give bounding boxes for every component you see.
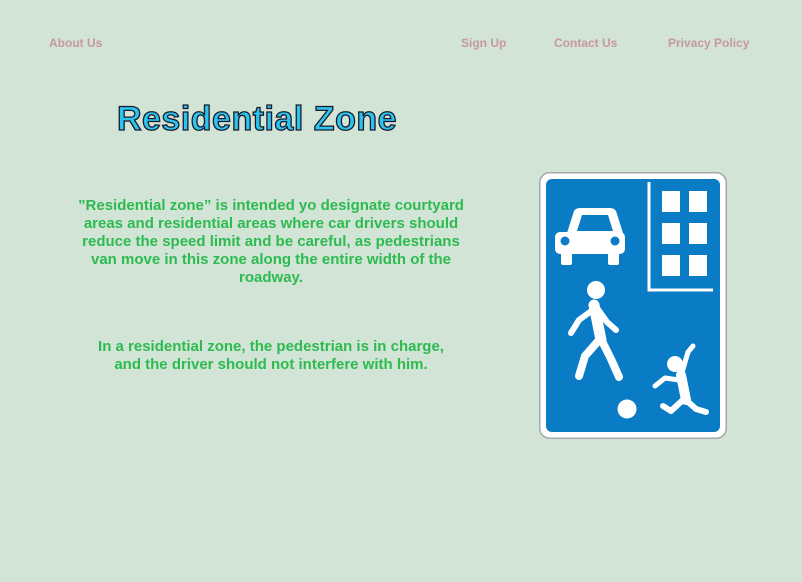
nav-sign-up[interactable]: Sign Up: [461, 36, 506, 50]
nav-about-us[interactable]: About Us: [49, 36, 102, 50]
residential-zone-sign-icon: [539, 172, 727, 439]
nav-contact-us[interactable]: Contact Us: [554, 36, 617, 50]
pedestrian-priority-paragraph: In a residential zone, the pedestrian is…: [98, 338, 444, 373]
nav-privacy-policy[interactable]: Privacy Policy: [668, 36, 749, 50]
page-title: Residential Zone: [116, 99, 398, 138]
intro-paragraph: ”Residential zone” is intended yo design…: [78, 197, 464, 286]
